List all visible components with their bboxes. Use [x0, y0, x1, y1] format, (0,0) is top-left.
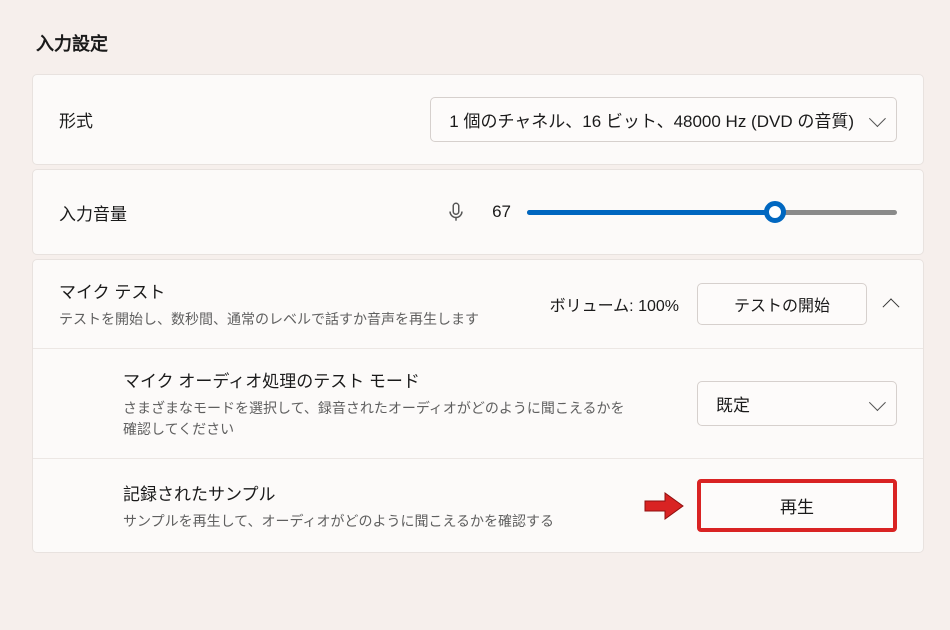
slider-thumb[interactable] — [764, 201, 786, 223]
recorded-sample-desc: サンプルを再生して、オーディオがどのように聞こえるかを確認する — [123, 511, 623, 532]
slider-fill — [527, 210, 775, 215]
recorded-sample-title: 記録されたサンプル — [123, 480, 623, 505]
annotation-arrow-icon — [643, 489, 685, 523]
format-card: 形式 1 個のチャネル、16 ビット、48000 Hz (DVD の音質) — [32, 74, 924, 165]
chevron-down-icon — [869, 394, 886, 411]
input-volume-slider[interactable] — [527, 201, 897, 223]
processing-mode-value: 既定 — [716, 391, 750, 416]
format-dropdown[interactable]: 1 個のチャネル、16 ビット、48000 Hz (DVD の音質) — [430, 97, 897, 142]
input-volume-card: 入力音量 67 — [32, 169, 924, 255]
chevron-up-icon[interactable] — [883, 298, 900, 315]
recorded-sample-row: 記録されたサンプル サンプルを再生して、オーディオがどのように聞こえるかを確認す… — [33, 458, 923, 552]
processing-mode-dropdown[interactable]: 既定 — [697, 381, 897, 426]
format-label: 形式 — [59, 107, 219, 132]
format-dropdown-value: 1 個のチャネル、16 ビット、48000 Hz (DVD の音質) — [449, 107, 854, 132]
input-volume-value: 67 — [483, 202, 511, 222]
mic-test-title: マイク テスト — [59, 278, 532, 303]
mic-test-volume-status: ボリューム: 100% — [550, 292, 679, 316]
microphone-icon — [445, 201, 467, 223]
mic-test-card: マイク テスト テストを開始し、数秒間、通常のレベルで話すか音声を再生します ボ… — [32, 259, 924, 553]
input-volume-label: 入力音量 — [59, 200, 219, 225]
section-title: 入力設定 — [36, 30, 924, 56]
play-sample-button[interactable]: 再生 — [697, 479, 897, 532]
processing-mode-title: マイク オーディオ処理のテスト モード — [123, 367, 677, 392]
mic-test-desc: テストを開始し、数秒間、通常のレベルで話すか音声を再生します — [59, 309, 479, 330]
chevron-down-icon — [869, 110, 886, 127]
processing-mode-desc: さまざまなモードを選択して、録音されたオーディオがどのように聞こえるかを確認して… — [123, 398, 633, 440]
mic-test-header: マイク テスト テストを開始し、数秒間、通常のレベルで話すか音声を再生します ボ… — [33, 260, 923, 348]
processing-mode-row: マイク オーディオ処理のテスト モード さまざまなモードを選択して、録音されたオ… — [33, 348, 923, 458]
start-test-button[interactable]: テストの開始 — [697, 283, 867, 325]
settings-scroll-area[interactable]: 入力設定 形式 1 個のチャネル、16 ビット、48000 Hz (DVD の音… — [0, 0, 950, 630]
input-settings-section: 入力設定 形式 1 個のチャネル、16 ビット、48000 Hz (DVD の音… — [0, 0, 950, 573]
